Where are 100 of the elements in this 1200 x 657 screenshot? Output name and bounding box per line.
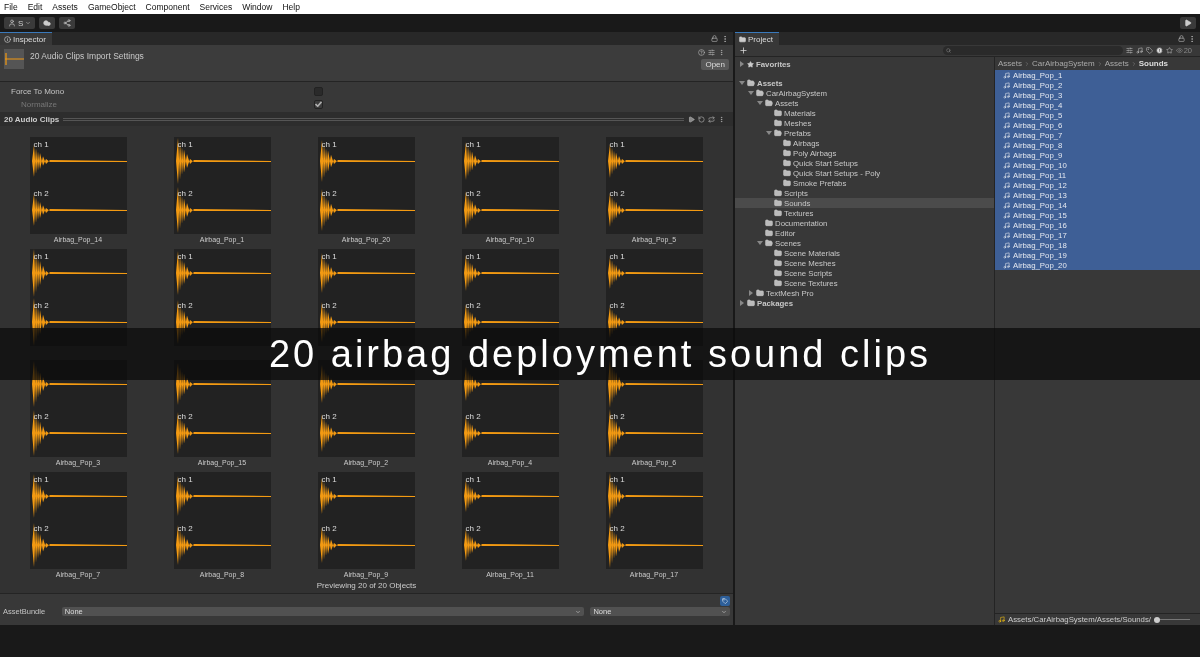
folder-icon bbox=[765, 229, 773, 237]
breadcrumb-item[interactable]: CarAirbagSystem bbox=[1032, 59, 1095, 68]
account-dropdown[interactable]: S bbox=[4, 17, 36, 29]
channel-label: ch 2 bbox=[465, 412, 481, 421]
cloud-button[interactable] bbox=[39, 17, 56, 29]
channel-label: ch 2 bbox=[609, 300, 625, 310]
menu-item[interactable]: Services bbox=[199, 2, 233, 12]
info-icon bbox=[4, 35, 11, 43]
more-icon[interactable] bbox=[721, 34, 729, 43]
preview-status: Previewing 20 of 20 Objects bbox=[0, 581, 733, 593]
type-icon[interactable] bbox=[1135, 47, 1143, 54]
caret-icon bbox=[575, 608, 582, 615]
property-label: Normalize bbox=[20, 99, 58, 109]
folder-icon bbox=[765, 99, 773, 107]
expand-arrow-icon[interactable] bbox=[739, 80, 745, 86]
open-button[interactable]: Open bbox=[701, 59, 729, 70]
project-tab[interactable]: Project bbox=[735, 32, 779, 45]
channel-label: ch 2 bbox=[465, 300, 481, 310]
search-icon bbox=[945, 48, 951, 53]
music-note-icon bbox=[1003, 131, 1010, 139]
expand-arrow-icon[interactable] bbox=[766, 130, 772, 136]
folder-icon bbox=[774, 249, 782, 257]
expand-arrow-icon[interactable] bbox=[757, 100, 763, 106]
search-field[interactable] bbox=[942, 46, 1123, 55]
music-note-icon bbox=[1003, 101, 1010, 109]
channel-label: ch 2 bbox=[465, 523, 481, 533]
expand-arrow-icon[interactable] bbox=[748, 290, 754, 296]
chevron-icon bbox=[1096, 60, 1103, 67]
folder-icon bbox=[765, 219, 773, 227]
expand-arrow-icon[interactable] bbox=[739, 61, 745, 67]
lock-icon[interactable] bbox=[711, 35, 718, 42]
folder-icon bbox=[774, 119, 782, 127]
slider-thumb[interactable] bbox=[1154, 616, 1160, 623]
user-icon bbox=[8, 19, 16, 27]
menu-item[interactable]: Assets bbox=[52, 2, 78, 12]
nodes-icon bbox=[63, 19, 72, 27]
expand-arrow-icon[interactable] bbox=[748, 90, 754, 96]
folder-icon bbox=[756, 289, 764, 297]
expand-arrow-icon[interactable] bbox=[757, 240, 763, 246]
menu-item[interactable]: Component bbox=[145, 2, 190, 12]
collab-button[interactable] bbox=[59, 17, 76, 29]
menu-item[interactable]: File bbox=[4, 2, 18, 12]
play-icon[interactable] bbox=[688, 115, 695, 123]
folder-icon bbox=[783, 169, 791, 177]
channel-label: ch 2 bbox=[321, 523, 337, 533]
breadcrumb-item[interactable]: Sounds bbox=[1138, 59, 1169, 68]
channel-label: ch 1 bbox=[33, 251, 49, 261]
folder-icon bbox=[783, 159, 791, 167]
caption-banner: 20 airbag deployment sound clips bbox=[0, 328, 1200, 380]
loop-icon[interactable] bbox=[708, 115, 715, 123]
channel-label: ch 1 bbox=[465, 474, 481, 484]
more-icon[interactable] bbox=[1188, 34, 1196, 43]
menu-item[interactable]: Window bbox=[242, 2, 273, 12]
preview-title: 20 Audio Clips bbox=[4, 114, 60, 124]
folder-icon bbox=[783, 179, 791, 187]
menu-item[interactable]: GameObject bbox=[87, 2, 136, 12]
music-note-icon bbox=[1003, 171, 1010, 179]
music-note-icon bbox=[1003, 191, 1010, 199]
chevron-icon bbox=[1024, 60, 1030, 67]
channel-label: ch 2 bbox=[177, 300, 193, 310]
chevron-icon bbox=[1130, 60, 1137, 67]
breadcrumb-item[interactable]: Assets bbox=[1104, 59, 1129, 68]
tag-icon[interactable] bbox=[720, 596, 730, 606]
inspector-tab[interactable]: Inspector bbox=[0, 32, 52, 45]
caret-icon bbox=[721, 608, 727, 615]
menu-item[interactable]: Edit bbox=[27, 2, 43, 12]
channel-label: ch 1 bbox=[465, 140, 481, 149]
folder-icon bbox=[774, 209, 782, 217]
menu-item[interactable]: Help bbox=[282, 2, 300, 12]
music-note-icon bbox=[1003, 111, 1010, 119]
cloud-icon bbox=[43, 19, 52, 27]
warning-icon[interactable] bbox=[1155, 47, 1163, 54]
channel-label: ch 2 bbox=[33, 300, 49, 310]
channel-label: ch 2 bbox=[177, 523, 193, 533]
channel-label: ch 1 bbox=[321, 474, 337, 484]
star-icon[interactable] bbox=[1165, 47, 1173, 54]
channel-label: ch 1 bbox=[609, 474, 625, 484]
music-note-icon bbox=[1003, 201, 1010, 209]
property-label: Force To Mono bbox=[11, 86, 66, 96]
channel-label: ch 2 bbox=[33, 523, 49, 533]
breadcrumb-item[interactable]: Assets bbox=[998, 59, 1022, 68]
help-icon[interactable] bbox=[698, 49, 705, 56]
music-note-icon bbox=[1003, 211, 1010, 219]
filter-icon[interactable] bbox=[1125, 47, 1133, 54]
folder-icon bbox=[747, 79, 755, 87]
music-note-icon bbox=[1003, 221, 1010, 229]
folder-icon bbox=[783, 149, 791, 157]
music-note-icon bbox=[1003, 261, 1010, 269]
autoplay-icon[interactable] bbox=[698, 115, 705, 123]
sliders-icon[interactable] bbox=[708, 49, 715, 56]
folder-icon bbox=[747, 299, 755, 307]
lock-icon[interactable] bbox=[1178, 35, 1185, 42]
channel-label: ch 2 bbox=[321, 412, 337, 421]
play-button[interactable] bbox=[1180, 17, 1196, 29]
expand-arrow-icon[interactable] bbox=[739, 300, 745, 306]
folder-icon bbox=[774, 269, 782, 277]
channel-label: ch 1 bbox=[321, 251, 337, 261]
channel-label: ch 1 bbox=[177, 140, 193, 149]
add-icon[interactable] bbox=[739, 46, 748, 55]
eye-icon bbox=[1175, 47, 1183, 54]
